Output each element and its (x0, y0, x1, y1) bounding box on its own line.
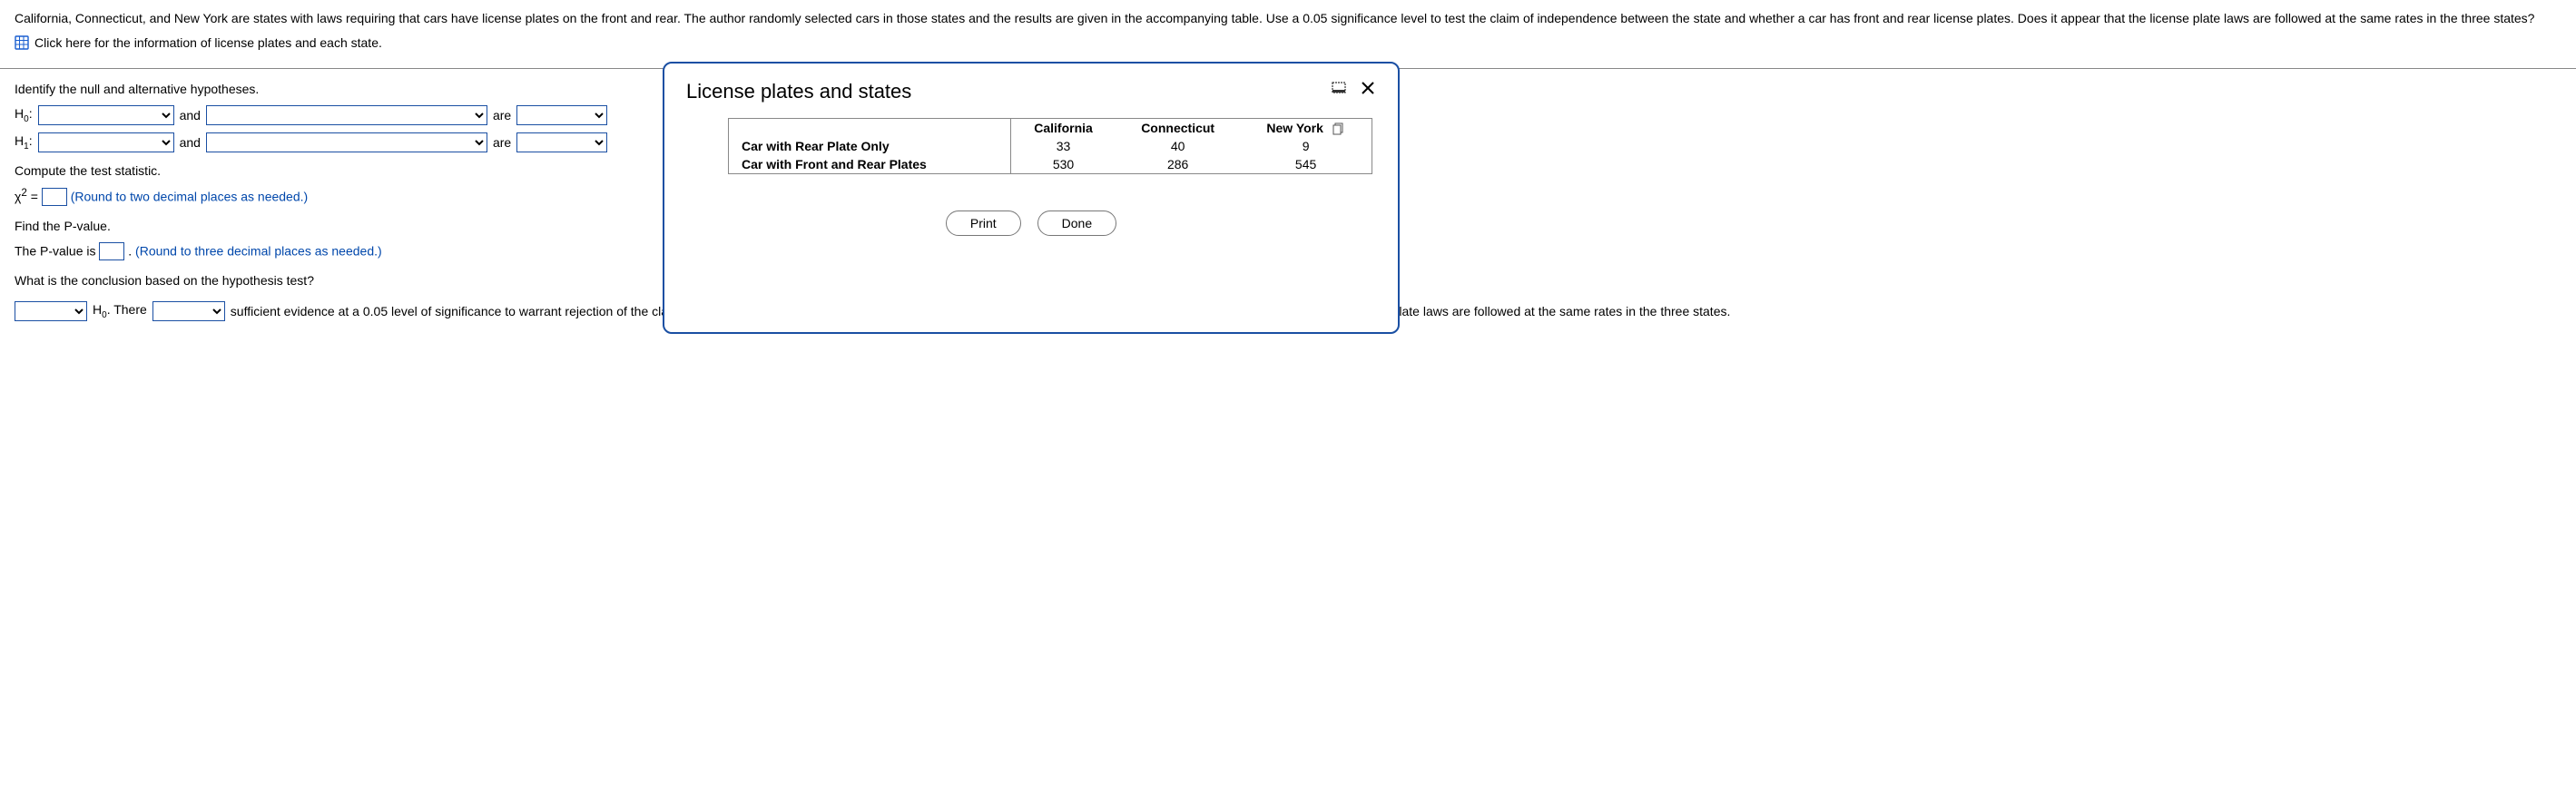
close-icon[interactable] (1360, 80, 1376, 96)
print-button[interactable]: Print (946, 210, 1021, 236)
h1-label: H1: (15, 133, 33, 152)
h0-label: H0: (15, 106, 33, 124)
cell-ct-rear: 40 (1116, 137, 1240, 155)
h1-select-1[interactable] (38, 132, 174, 152)
conclusion-select-1[interactable] (15, 301, 87, 321)
problem-statement: California, Connecticut, and New York ar… (15, 9, 2561, 28)
chi-round-note: (Round to two decimal places as needed.) (71, 190, 308, 204)
table-icon[interactable] (15, 35, 29, 50)
popup-link[interactable]: Click here for the information of licens… (34, 35, 382, 50)
minimize-icon[interactable] (1331, 80, 1347, 96)
h1-select-3[interactable] (516, 132, 607, 152)
h0-and: and (180, 108, 201, 122)
conclusion-select-2[interactable] (152, 301, 225, 321)
conclusion-text1: sufficient evidence at a 0.05 level of s… (231, 299, 696, 324)
h1-select-2[interactable] (206, 132, 487, 152)
cell-ny-rear: 9 (1240, 137, 1372, 155)
row-rear-only-label: Car with Rear Plate Only (729, 137, 1011, 155)
pvalue-round-note: (Round to three decimal places as needed… (135, 244, 382, 259)
pvalue-period: . (128, 244, 135, 259)
data-table: California Connecticut New York Car with… (728, 118, 1372, 174)
row-front-rear-label: Car with Front and Rear Plates (729, 155, 1011, 174)
h0-select-2[interactable] (206, 105, 487, 125)
h0-are: are (493, 108, 511, 122)
cell-ct-both: 286 (1116, 155, 1240, 174)
col-connecticut: Connecticut (1116, 119, 1240, 138)
pvalue-lead: The P-value is (15, 244, 99, 259)
h0-select-1[interactable] (38, 105, 174, 125)
popup-title: License plates and states (686, 80, 911, 103)
h0-select-3[interactable] (516, 105, 607, 125)
cell-ca-both: 530 (1010, 155, 1116, 174)
chi-square-input[interactable] (42, 188, 67, 206)
done-button[interactable]: Done (1037, 210, 1116, 236)
h1-and: and (180, 135, 201, 150)
copy-icon[interactable] (1332, 122, 1345, 135)
cell-ny-both: 545 (1240, 155, 1372, 174)
pvalue-input[interactable] (99, 242, 124, 260)
cell-ca-rear: 33 (1010, 137, 1116, 155)
h1-are: are (493, 135, 511, 150)
col-newyork: New York (1240, 119, 1372, 138)
data-popup: License plates and states California Con… (663, 62, 1400, 334)
conclusion-h0: H0. There (93, 297, 147, 325)
col-california: California (1010, 119, 1116, 138)
